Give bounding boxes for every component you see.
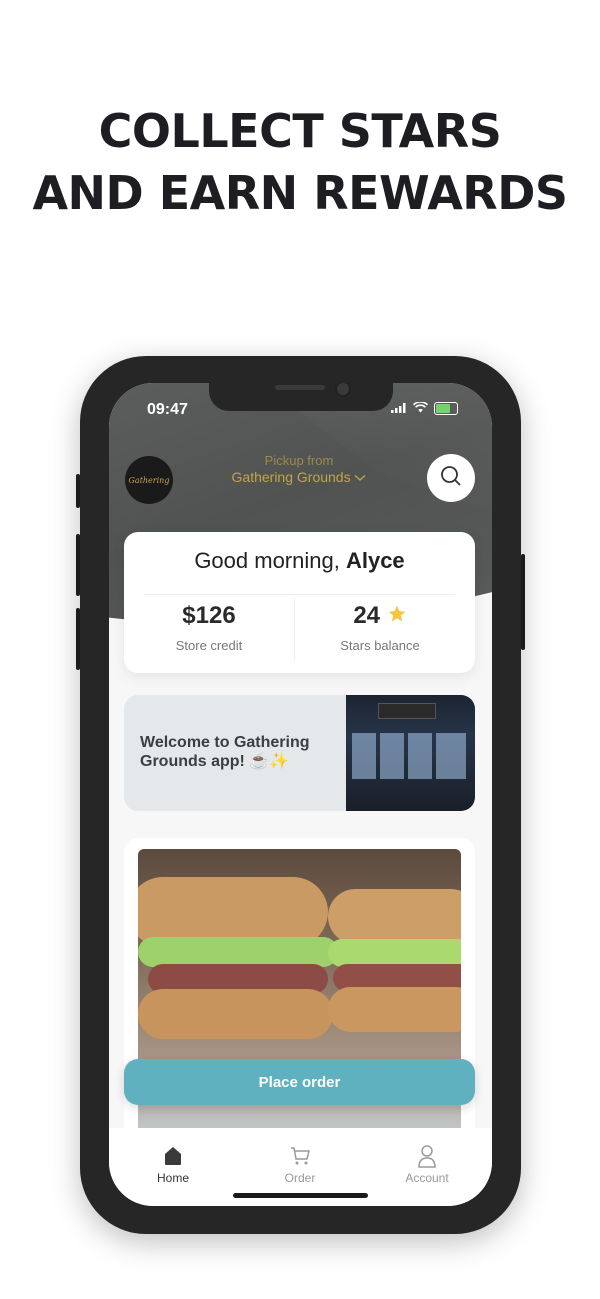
stars-value: 24 xyxy=(353,602,381,629)
tab-home[interactable]: Home xyxy=(123,1144,223,1185)
front-camera xyxy=(335,383,351,397)
storefront-sign xyxy=(378,703,436,719)
stars-value-row: 24 xyxy=(295,602,465,630)
tab-account[interactable]: Account xyxy=(377,1144,477,1185)
storefront-window xyxy=(380,733,404,779)
greeting-card: Good morning, Alyce $126 Store credit 24… xyxy=(124,532,475,673)
welcome-text: Welcome to Gathering Grounds app! ☕✨ xyxy=(140,734,310,770)
logo-text: Gathering xyxy=(128,475,170,485)
store-credit-label: Store credit xyxy=(175,638,243,653)
phone-frame: 09:47 Gathering Pickup from Gathering Gr… xyxy=(76,356,525,1234)
pickup-location-name: Gathering Grounds xyxy=(231,469,351,485)
volume-down-button xyxy=(76,608,80,670)
headline-line-2: AND EARN REWARDS xyxy=(32,166,568,220)
notch xyxy=(209,383,393,411)
promo-headline: COLLECT STARS AND EARN REWARDS xyxy=(0,100,600,224)
user-icon xyxy=(377,1144,477,1168)
card-divider xyxy=(144,594,455,595)
storefront-window xyxy=(408,733,432,779)
home-indicator xyxy=(233,1193,368,1198)
greeting-prefix: Good morning, xyxy=(194,548,346,573)
bottom-tab-bar: Home Order Account xyxy=(109,1128,492,1206)
bagel-bottom-right xyxy=(328,987,461,1032)
status-icons xyxy=(391,401,458,416)
bagel-bottom-left xyxy=(138,989,333,1039)
mute-switch xyxy=(76,474,80,508)
store-credit-stat[interactable]: $126 Store credit xyxy=(124,602,294,653)
pickup-selector[interactable]: Pickup from Gathering Grounds xyxy=(204,453,394,485)
storefront-window xyxy=(352,733,376,779)
wifi-icon xyxy=(412,401,429,416)
tab-order[interactable]: Order xyxy=(250,1144,350,1185)
tab-home-label: Home xyxy=(156,1171,189,1185)
pickup-label: Pickup from xyxy=(264,453,334,468)
storefront-window xyxy=(436,733,466,779)
home-icon xyxy=(123,1144,223,1168)
stars-label: Stars balance xyxy=(340,638,420,653)
star-icon xyxy=(387,602,407,629)
status-time: 09:47 xyxy=(147,401,188,418)
headline-line-1: COLLECT STARS xyxy=(98,104,502,158)
store-logo[interactable]: Gathering xyxy=(125,456,173,504)
cart-icon xyxy=(250,1144,350,1168)
signal-icon xyxy=(391,401,407,416)
user-name: Alyce xyxy=(345,548,405,573)
chevron-down-icon xyxy=(354,469,366,485)
search-button[interactable] xyxy=(427,454,475,502)
app-screen: 09:47 Gathering Pickup from Gathering Gr… xyxy=(109,383,492,1206)
lettuce-right xyxy=(328,939,461,967)
tab-order-label: Order xyxy=(284,1171,316,1185)
lettuce-left xyxy=(138,937,338,967)
speaker xyxy=(275,385,325,390)
volume-up-button xyxy=(76,534,80,596)
welcome-banner[interactable]: Welcome to Gathering Grounds app! ☕✨ xyxy=(124,695,475,811)
tab-account-label: Account xyxy=(405,1171,449,1185)
battery-icon xyxy=(434,402,458,415)
search-icon xyxy=(439,464,463,493)
bagel-top-right xyxy=(328,889,461,944)
storefront-image xyxy=(346,695,475,811)
greeting-title: Good morning, Alyce xyxy=(124,548,475,574)
place-order-button[interactable]: Place order xyxy=(124,1059,475,1105)
store-credit-value: $126 xyxy=(182,602,236,629)
power-button xyxy=(521,554,525,650)
pickup-location: Gathering Grounds xyxy=(204,469,394,485)
stars-balance-stat[interactable]: 24 Stars balance xyxy=(295,602,465,653)
